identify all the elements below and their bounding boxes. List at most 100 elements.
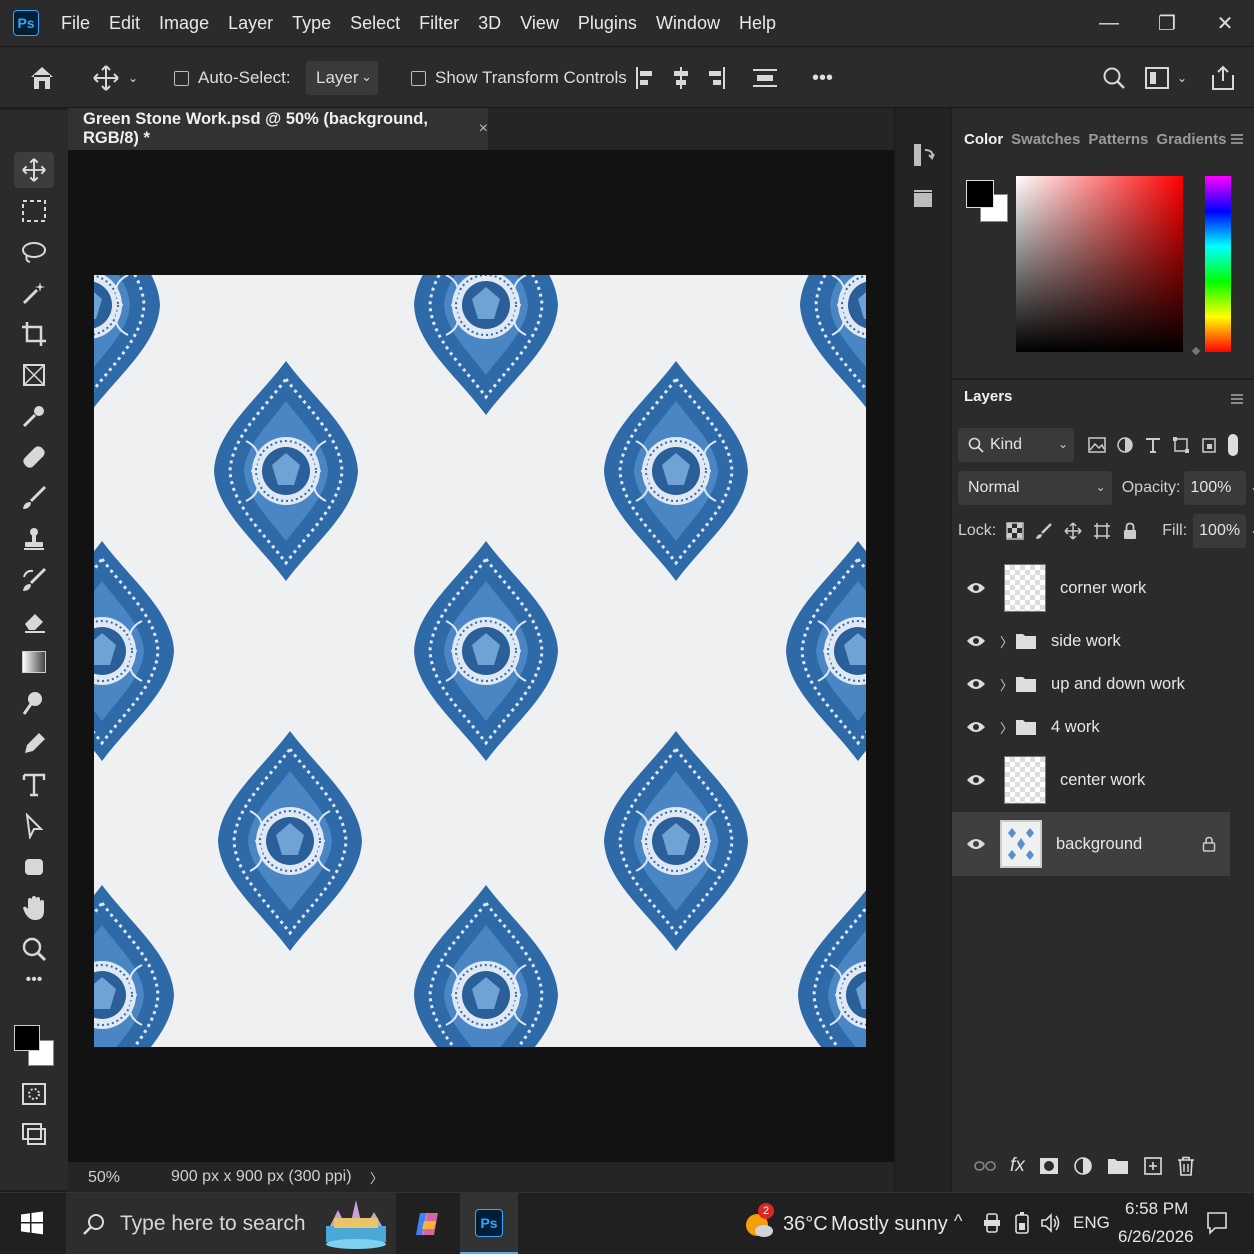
- layer-group-side-work[interactable]: 〉 side work: [952, 620, 1230, 662]
- add-mask-icon[interactable]: [1039, 1157, 1059, 1175]
- filter-shape-icon[interactable]: [1172, 436, 1190, 454]
- delete-layer-icon[interactable]: [1177, 1156, 1195, 1176]
- layer-row-corner-work[interactable]: corner work: [952, 558, 1230, 618]
- volume-icon[interactable]: [1040, 1211, 1062, 1240]
- layer-row-center-work[interactable]: center work: [952, 750, 1230, 810]
- lock-pixels-icon[interactable]: [1035, 522, 1053, 540]
- more-tools-button[interactable]: •••: [14, 966, 54, 994]
- distribute-button[interactable]: [752, 47, 778, 109]
- layer-group-up-and-down-work[interactable]: 〉 up and down work: [952, 663, 1230, 705]
- menu-type[interactable]: Type: [292, 13, 331, 34]
- tab-swatches[interactable]: Swatches: [1011, 131, 1080, 148]
- foreground-color-chip[interactable]: [966, 180, 994, 208]
- auto-select-target-dropdown[interactable]: Layer ⌄: [306, 61, 378, 95]
- visibility-eye-icon[interactable]: [966, 581, 986, 595]
- layer-filter-kind-dropdown[interactable]: Kind ⌄: [958, 428, 1074, 462]
- close-document-icon[interactable]: ×: [479, 120, 488, 138]
- lock-artboard-icon[interactable]: [1093, 522, 1111, 540]
- filter-pixel-icon[interactable]: [1088, 437, 1106, 453]
- healing-brush-tool[interactable]: [14, 439, 54, 475]
- filter-adjustment-icon[interactable]: [1116, 436, 1134, 454]
- eyedropper-tool[interactable]: [14, 398, 54, 434]
- align-left-button[interactable]: [634, 47, 656, 109]
- menu-view[interactable]: View: [520, 13, 559, 34]
- new-group-icon[interactable]: [1107, 1157, 1129, 1175]
- filter-toggle-switch[interactable]: [1228, 434, 1238, 456]
- notifications-button[interactable]: [1206, 1211, 1228, 1240]
- tab-color[interactable]: Color: [964, 131, 1003, 148]
- weather-description[interactable]: Mostly sunny: [831, 1213, 948, 1236]
- zoom-level[interactable]: 50%: [88, 1169, 120, 1187]
- taskbar-copilot[interactable]: [398, 1193, 456, 1254]
- filter-type-icon[interactable]: [1144, 436, 1162, 454]
- lasso-tool[interactable]: [14, 234, 54, 270]
- menu-edit[interactable]: Edit: [109, 13, 140, 34]
- hand-tool[interactable]: [14, 890, 54, 926]
- history-brush-tool[interactable]: [14, 562, 54, 598]
- menu-help[interactable]: Help: [739, 13, 776, 34]
- link-layers-icon[interactable]: [974, 1159, 996, 1173]
- type-tool[interactable]: [14, 767, 54, 803]
- visibility-eye-icon[interactable]: [966, 634, 986, 648]
- panel-menu-icon[interactable]: [1230, 132, 1244, 150]
- align-center-button[interactable]: [670, 47, 692, 109]
- workspace-button[interactable]: ⌄: [1145, 47, 1187, 109]
- tab-patterns[interactable]: Patterns: [1088, 131, 1148, 148]
- photoshop-logo-icon[interactable]: Ps: [13, 10, 39, 36]
- weather-temperature[interactable]: 36°C: [783, 1213, 828, 1236]
- menu-select[interactable]: Select: [350, 13, 400, 34]
- clone-stamp-tool[interactable]: [14, 521, 54, 557]
- object-selection-tool[interactable]: [14, 275, 54, 311]
- screen-mode-button[interactable]: [14, 1116, 54, 1152]
- chevron-right-icon[interactable]: 〉: [1000, 632, 1013, 651]
- visibility-eye-icon[interactable]: [966, 837, 986, 851]
- color-swatches[interactable]: [12, 1025, 54, 1066]
- menu-filter[interactable]: Filter: [419, 13, 459, 34]
- share-button[interactable]: [1210, 47, 1236, 109]
- minimize-button[interactable]: —: [1080, 0, 1138, 46]
- path-selection-tool[interactable]: [14, 808, 54, 844]
- auto-select-toggle[interactable]: Auto-Select:: [174, 47, 291, 109]
- move-tool-preset-button[interactable]: ⌄: [92, 47, 138, 109]
- weather-widget-icon[interactable]: 2: [744, 1203, 774, 1239]
- pen-tool[interactable]: [14, 726, 54, 762]
- filter-smart-object-icon[interactable]: [1200, 436, 1218, 454]
- status-menu-arrow[interactable]: 〉: [370, 1168, 383, 1187]
- lock-position-icon[interactable]: [1064, 522, 1082, 540]
- layers-panel-title[interactable]: Layers: [964, 388, 1012, 405]
- zoom-tool[interactable]: [14, 931, 54, 967]
- saturation-brightness-picker[interactable]: [1016, 176, 1183, 352]
- layer-group-4-work[interactable]: 〉 4 work: [952, 706, 1230, 748]
- auto-select-checkbox[interactable]: [174, 70, 189, 86]
- shape-tool[interactable]: [14, 849, 54, 885]
- new-layer-icon[interactable]: [1143, 1156, 1163, 1176]
- menu-layer[interactable]: Layer: [228, 13, 273, 34]
- menu-file[interactable]: File: [61, 13, 90, 34]
- show-transform-toggle[interactable]: Show Transform Controls: [411, 47, 627, 109]
- chevron-right-icon[interactable]: 〉: [1000, 718, 1013, 737]
- move-tool[interactable]: [14, 152, 54, 188]
- battery-icon[interactable]: [1012, 1211, 1032, 1240]
- brush-tool[interactable]: [14, 480, 54, 516]
- menu-plugins[interactable]: Plugins: [578, 13, 637, 34]
- clock-time[interactable]: 6:58 PM: [1125, 1199, 1188, 1219]
- history-panel-button[interactable]: [912, 142, 936, 173]
- canvas-artwork[interactable]: [94, 275, 866, 1047]
- show-transform-checkbox[interactable]: [411, 70, 426, 86]
- input-language[interactable]: ENG: [1073, 1213, 1110, 1233]
- layer-effects-icon[interactable]: fx: [1010, 1155, 1025, 1177]
- blend-mode-dropdown[interactable]: Normal ⌄: [958, 471, 1112, 505]
- taskbar-photoshop[interactable]: Ps: [460, 1193, 518, 1254]
- eraser-tool[interactable]: [14, 603, 54, 639]
- layer-row-background[interactable]: background: [952, 812, 1230, 876]
- fill-field[interactable]: 100% ⌄: [1193, 514, 1254, 548]
- panel-menu-icon[interactable]: [1230, 392, 1244, 410]
- close-window-button[interactable]: ✕: [1196, 0, 1254, 46]
- crop-tool[interactable]: [14, 316, 54, 352]
- chevron-right-icon[interactable]: 〉: [1000, 675, 1013, 694]
- document-tab[interactable]: Green Stone Work.psd @ 50% (background, …: [68, 108, 488, 150]
- menu-3d[interactable]: 3D: [478, 13, 501, 34]
- visibility-eye-icon[interactable]: [966, 677, 986, 691]
- dodge-tool[interactable]: [14, 685, 54, 721]
- taskbar-search-input[interactable]: Type here to search: [66, 1193, 396, 1254]
